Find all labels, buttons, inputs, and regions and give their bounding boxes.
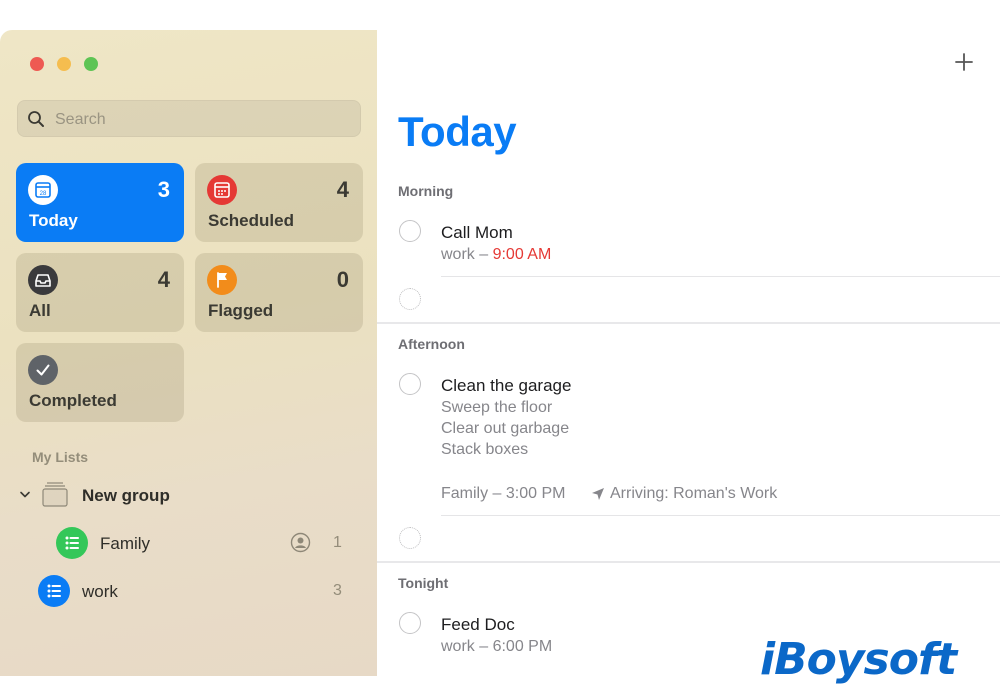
minimize-button[interactable]	[57, 57, 71, 71]
folder-stack-icon	[42, 482, 68, 507]
group-label-tonight: Tonight	[398, 575, 449, 591]
divider	[377, 322, 1000, 324]
flag-icon	[207, 265, 237, 295]
task-subtask: Stack boxes	[441, 441, 529, 458]
smart-list-count: 0	[336, 267, 349, 292]
page-title: Today	[398, 108, 517, 155]
list-item-family[interactable]: Family 1	[0, 525, 377, 561]
list-group-new-group[interactable]: New group	[0, 477, 377, 513]
task-meta: Family – 3:00 PM	[441, 485, 566, 502]
task-subtask: Sweep the floor	[441, 399, 553, 416]
main-pane: Today Morning Call Mom work – 9:00 AM Af…	[377, 30, 1000, 676]
chevron-down-icon[interactable]	[19, 490, 31, 500]
group-name: New group	[82, 486, 170, 505]
task-title[interactable]: Call Mom	[441, 223, 513, 243]
smart-list-label: Today	[29, 211, 78, 230]
tray-icon	[28, 265, 58, 295]
smart-list-today[interactable]: 28 3 Today	[16, 163, 184, 242]
calendar-icon: 28	[28, 175, 58, 205]
smart-list-completed[interactable]: Completed	[16, 343, 184, 422]
watermark-logo: iBoysoft	[760, 634, 957, 685]
smart-list-label: Completed	[29, 391, 117, 410]
search-input[interactable]	[53, 100, 347, 139]
smart-list-all[interactable]: 4 All	[16, 253, 184, 332]
calendar-icon	[207, 175, 237, 205]
shared-person-icon	[290, 532, 311, 553]
my-lists-header: My Lists	[32, 449, 89, 465]
zoom-button[interactable]	[84, 57, 98, 71]
divider	[377, 561, 1000, 563]
search-field[interactable]	[17, 100, 361, 139]
divider	[441, 515, 1000, 516]
task-due-time: 9:00 AM	[492, 246, 552, 263]
new-task-placeholder[interactable]	[399, 288, 421, 310]
smart-list-label: Scheduled	[208, 211, 294, 230]
smart-list-label: Flagged	[208, 301, 274, 320]
sidebar: 28 3 Today 4 Scheduled	[0, 30, 377, 676]
task-location: Arriving: Roman's Work	[610, 485, 778, 502]
smart-list-count: 4	[336, 177, 349, 202]
close-button[interactable]	[30, 57, 44, 71]
group-label-morning: Morning	[398, 183, 454, 199]
reminders-window: 28 3 Today 4 Scheduled	[0, 30, 1000, 676]
smart-list-count: 3	[157, 177, 170, 202]
task-checkbox[interactable]	[399, 220, 421, 242]
list-bullet-icon	[38, 575, 70, 607]
plus-icon[interactable]	[952, 50, 976, 74]
list-name: work	[82, 582, 118, 601]
smart-list-count: 4	[157, 267, 170, 292]
task-title[interactable]: Clean the garage	[441, 376, 571, 396]
task-subtask: Clear out garbage	[441, 420, 570, 437]
task-title[interactable]: Feed Doc	[441, 615, 515, 635]
smart-list-scheduled[interactable]: 4 Scheduled	[195, 163, 363, 242]
new-task-placeholder[interactable]	[399, 527, 421, 549]
list-bullet-icon	[56, 527, 88, 559]
task-checkbox[interactable]	[399, 612, 421, 634]
smart-list-label: All	[29, 301, 51, 320]
list-count: 1	[333, 534, 342, 551]
group-label-afternoon: Afternoon	[398, 336, 465, 352]
list-count: 3	[333, 582, 342, 599]
task-checkbox[interactable]	[399, 373, 421, 395]
list-item-work[interactable]: work 3	[0, 573, 377, 609]
task-meta: work – 6:00 PM	[441, 638, 553, 655]
list-name: Family	[100, 534, 151, 553]
search-icon	[28, 111, 44, 127]
location-arrow-icon	[592, 488, 604, 500]
smart-list-flagged[interactable]: 0 Flagged	[195, 253, 363, 332]
checkmark-icon	[28, 355, 58, 385]
divider	[441, 276, 1000, 277]
task-meta: work – 9:00 AM	[441, 246, 552, 263]
svg-text:28: 28	[40, 191, 47, 197]
